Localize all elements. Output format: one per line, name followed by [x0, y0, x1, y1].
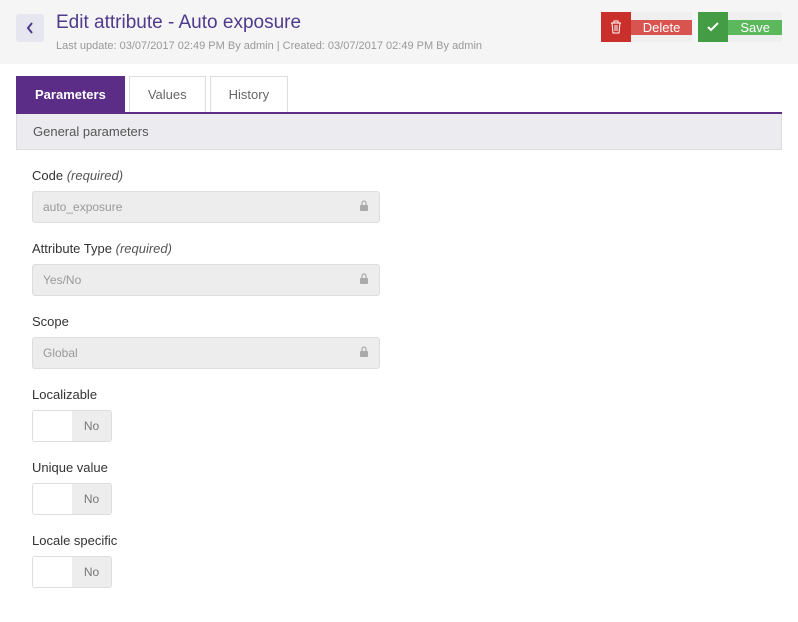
code-value: auto_exposure	[43, 200, 359, 214]
delete-label: Delete	[631, 20, 693, 35]
header-actions: Delete Save	[601, 12, 782, 42]
title-block: Edit attribute - Auto exposure Last upda…	[56, 12, 601, 52]
field-code: Code (required) auto_exposure	[32, 168, 766, 223]
field-locale-specific: Locale specific No	[32, 533, 766, 588]
toggle-blank	[33, 484, 72, 514]
save-button[interactable]: Save	[698, 12, 782, 42]
toggle-blank	[33, 557, 72, 587]
code-label: Code (required)	[32, 168, 766, 183]
scope-value: Global	[43, 346, 359, 360]
type-value: Yes/No	[43, 273, 359, 287]
unique-toggle[interactable]: No	[32, 483, 112, 515]
section-general-header: General parameters	[16, 114, 782, 150]
toggle-no: No	[72, 411, 111, 441]
page-header: Edit attribute - Auto exposure Last upda…	[0, 0, 798, 64]
type-input: Yes/No	[32, 264, 380, 296]
form-content: Code (required) auto_exposure Attribute …	[16, 150, 782, 622]
back-button[interactable]	[16, 14, 44, 42]
page-title: Edit attribute - Auto exposure	[56, 12, 601, 34]
toggle-no: No	[72, 484, 111, 514]
trash-icon	[601, 12, 631, 42]
field-localizable: Localizable No	[32, 387, 766, 442]
toggle-blank	[33, 411, 72, 441]
tab-values[interactable]: Values	[129, 76, 206, 112]
tabs: Parameters Values History	[16, 64, 782, 114]
lock-icon	[359, 273, 369, 288]
scope-input: Global	[32, 337, 380, 369]
localizable-label: Localizable	[32, 387, 766, 402]
locale-specific-label: Locale specific	[32, 533, 766, 548]
check-icon	[698, 12, 728, 42]
tab-history[interactable]: History	[210, 76, 288, 112]
tab-parameters[interactable]: Parameters	[16, 76, 125, 112]
toggle-no: No	[72, 557, 111, 587]
field-unique-value: Unique value No	[32, 460, 766, 515]
save-label: Save	[728, 20, 782, 35]
chevron-left-icon	[26, 22, 34, 34]
localizable-toggle[interactable]: No	[32, 410, 112, 442]
lock-icon	[359, 200, 369, 215]
code-input: auto_exposure	[32, 191, 380, 223]
type-label: Attribute Type (required)	[32, 241, 766, 256]
field-attribute-type: Attribute Type (required) Yes/No	[32, 241, 766, 296]
field-scope: Scope Global	[32, 314, 766, 369]
scope-label: Scope	[32, 314, 766, 329]
delete-button[interactable]: Delete	[601, 12, 693, 42]
unique-label: Unique value	[32, 460, 766, 475]
meta-info: Last update: 03/07/2017 02:49 PM By admi…	[56, 40, 601, 52]
locale-specific-toggle[interactable]: No	[32, 556, 112, 588]
lock-icon	[359, 346, 369, 361]
